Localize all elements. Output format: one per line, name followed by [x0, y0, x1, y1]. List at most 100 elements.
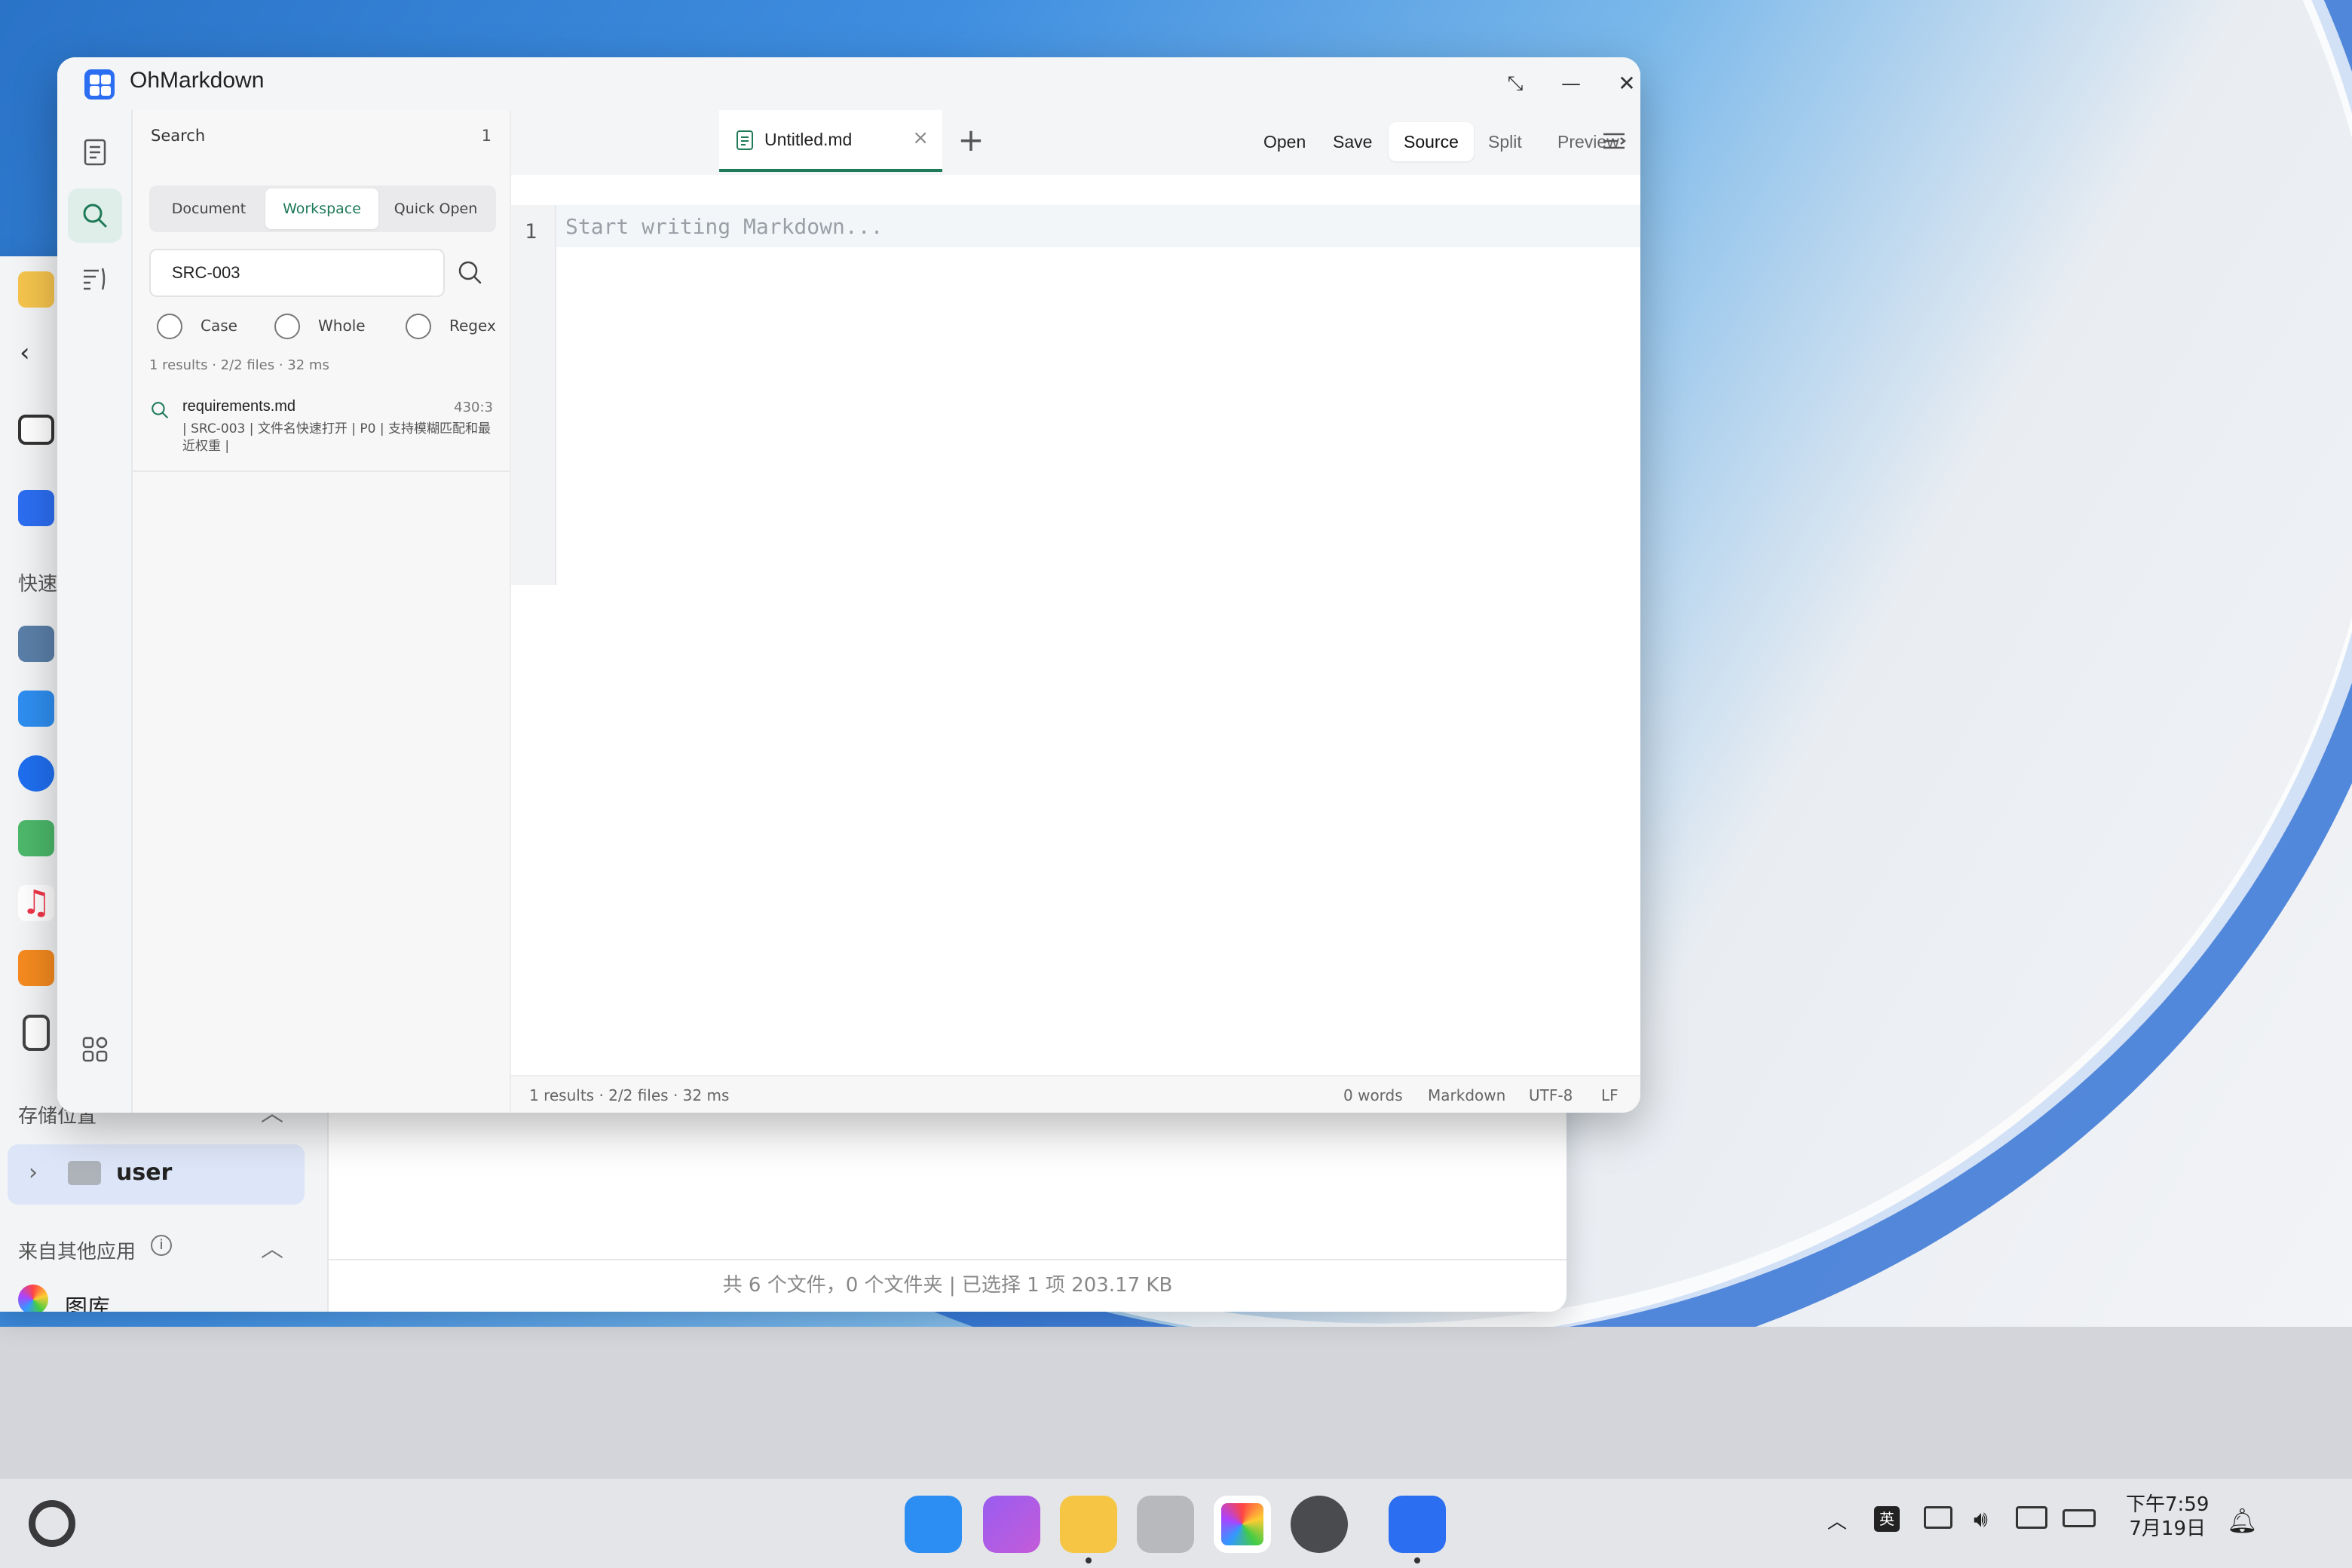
- app-logo-icon: [84, 69, 115, 100]
- info-icon[interactable]: i: [151, 1235, 172, 1256]
- gallery-label[interactable]: 图库: [65, 1289, 110, 1312]
- other-apps-collapse-icon[interactable]: ︿: [261, 1230, 283, 1263]
- downloads-folder-icon[interactable]: [18, 755, 54, 792]
- desktop-folder-icon[interactable]: [18, 626, 54, 662]
- trash-folder-icon[interactable]: [23, 1015, 50, 1051]
- search-view-button[interactable]: [68, 188, 122, 243]
- clock-date: 7月19日: [2129, 1517, 2207, 1540]
- running-indicator: [1086, 1557, 1092, 1563]
- new-tab-button[interactable]: +: [950, 121, 992, 163]
- tab-document[interactable]: Document: [152, 188, 265, 229]
- editor-placeholder[interactable]: Start writing Markdown...: [565, 214, 883, 239]
- search-icon[interactable]: [455, 258, 485, 288]
- status-word-count: 0 words: [1343, 1086, 1403, 1104]
- radio-button[interactable]: [274, 314, 300, 339]
- files-app-icon[interactable]: [1060, 1496, 1117, 1553]
- pictures-folder-icon[interactable]: [18, 820, 54, 856]
- music-folder-icon[interactable]: ♫: [18, 885, 54, 921]
- search-mode-segmented: Document Workspace Quick Open: [149, 185, 496, 232]
- option-label: Case: [201, 317, 237, 335]
- title-bar[interactable]: OhMarkdown ⤡ — ✕: [57, 57, 1640, 110]
- clock-time: 下午7:59: [2126, 1493, 2210, 1516]
- search-input[interactable]: SRC-003: [149, 249, 445, 297]
- chevron-right-icon: ›: [29, 1159, 38, 1186]
- close-tab-icon[interactable]: ×: [912, 127, 929, 149]
- option-label: Whole: [318, 317, 366, 335]
- other-apps-label: 来自其他应用: [18, 1241, 136, 1263]
- line-number: 1: [525, 220, 537, 243]
- search-result-icon: [152, 402, 168, 418]
- search-meta: 1 results · 2/2 files · 32 ms: [149, 357, 329, 373]
- option-label: Regex: [449, 317, 496, 335]
- file-manager-status: 共 6 个文件，0 个文件夹 | 已选择 1 项 203.17 KB: [329, 1259, 1566, 1312]
- app-title: OhMarkdown: [130, 68, 265, 93]
- outline-icon: [84, 268, 106, 290]
- display-icon[interactable]: [2016, 1506, 2047, 1529]
- open-button[interactable]: Open: [1248, 122, 1321, 161]
- apps-grid-icon: [82, 1037, 108, 1062]
- activity-bar: [57, 110, 133, 1113]
- computer-icon: [68, 1161, 101, 1185]
- restore-icon[interactable]: ⤡: [1494, 65, 1536, 103]
- start-button-icon[interactable]: [29, 1500, 75, 1547]
- radio-button[interactable]: [406, 314, 431, 339]
- result-count-badge: 1: [481, 127, 492, 145]
- home-icon[interactable]: [18, 490, 54, 526]
- status-language[interactable]: Markdown: [1428, 1086, 1505, 1104]
- documents-folder-icon[interactable]: [18, 691, 54, 727]
- notification-bell-icon[interactable]: 🔔︎: [2227, 1506, 2258, 1535]
- search-icon: [83, 204, 107, 228]
- ime-indicator[interactable]: 英: [1874, 1506, 1900, 1532]
- tab-untitled[interactable]: Untitled.md ×: [719, 110, 942, 172]
- result-position: 430:3: [454, 400, 493, 415]
- sidebar-item-user[interactable]: › user: [8, 1144, 305, 1205]
- running-indicator: [1414, 1557, 1420, 1563]
- status-bar: 1 results · 2/2 files · 32 ms 0 words Ma…: [511, 1075, 1640, 1113]
- document-icon: [84, 139, 106, 166]
- gallery-app-icon[interactable]: [1214, 1496, 1271, 1553]
- outline-button[interactable]: [68, 252, 122, 306]
- files-app-icon[interactable]: [18, 271, 54, 308]
- explorer-button[interactable]: [68, 125, 122, 179]
- source-mode-button[interactable]: Source: [1389, 122, 1474, 161]
- tab-quick-open[interactable]: Quick Open: [378, 188, 493, 229]
- split-mode-button[interactable]: Split: [1473, 122, 1537, 161]
- tab-label: Untitled.md: [764, 130, 853, 149]
- back-icon[interactable]: ‹: [20, 338, 30, 368]
- search-result-item[interactable]: requirements.md 430:3 | SRC-003 | 文件名快速打…: [133, 390, 510, 472]
- desktop-lower-band: [0, 1327, 2352, 1478]
- status-encoding[interactable]: UTF-8: [1529, 1086, 1573, 1104]
- new-folder-icon[interactable]: [18, 415, 54, 445]
- line-gutter: 1: [511, 205, 556, 585]
- tab-workspace[interactable]: Workspace: [265, 188, 378, 229]
- multitask-icon[interactable]: [983, 1496, 1040, 1553]
- keyboard-icon[interactable]: [1924, 1506, 1952, 1529]
- minimize-icon[interactable]: —: [1550, 65, 1592, 103]
- sidebar-item-label: user: [116, 1159, 173, 1186]
- result-snippet: | SRC-003 | 文件名快速打开 | P0 | 支持模糊匹配和最近权重 |: [182, 421, 492, 454]
- ohmarkdown-app-icon[interactable]: [1389, 1496, 1446, 1553]
- editor-area[interactable]: 1 Start writing Markdown...: [511, 175, 1640, 1075]
- search-panel: Search 1 Document Workspace Quick Open S…: [133, 110, 511, 1113]
- videos-folder-icon[interactable]: [18, 950, 54, 986]
- status-eol[interactable]: LF: [1601, 1086, 1619, 1104]
- trash-app-icon[interactable]: [1137, 1496, 1194, 1553]
- radio-button[interactable]: [157, 314, 182, 339]
- menu-icon[interactable]: [1601, 128, 1627, 154]
- ohmarkdown-window: OhMarkdown ⤡ — ✕ Search 1 Document Works…: [57, 57, 1640, 1113]
- battery-icon[interactable]: [2063, 1509, 2096, 1527]
- volume-icon[interactable]: 🔊︎: [1974, 1506, 1988, 1533]
- save-button[interactable]: Save: [1318, 122, 1387, 161]
- result-filename: requirements.md: [182, 398, 296, 415]
- quick-access-label: 快速: [18, 573, 58, 596]
- clock[interactable]: 下午7:59 7月19日: [2126, 1493, 2209, 1541]
- gallery-app-icon[interactable]: [18, 1285, 48, 1312]
- close-icon[interactable]: ✕: [1606, 65, 1640, 103]
- taskbar: ︿ 英 🔊︎ 下午7:59 7月19日 🔔︎: [0, 1478, 2352, 1568]
- chevron-up-icon[interactable]: ︿: [1827, 1506, 1847, 1534]
- extensions-button[interactable]: [68, 1022, 122, 1076]
- settings-gear-icon[interactable]: [1291, 1496, 1348, 1553]
- app-center-icon[interactable]: [905, 1496, 962, 1553]
- tab-strip: Untitled.md × + Open Save Source Split P…: [511, 110, 1640, 175]
- status-search-meta: 1 results · 2/2 files · 32 ms: [529, 1086, 730, 1104]
